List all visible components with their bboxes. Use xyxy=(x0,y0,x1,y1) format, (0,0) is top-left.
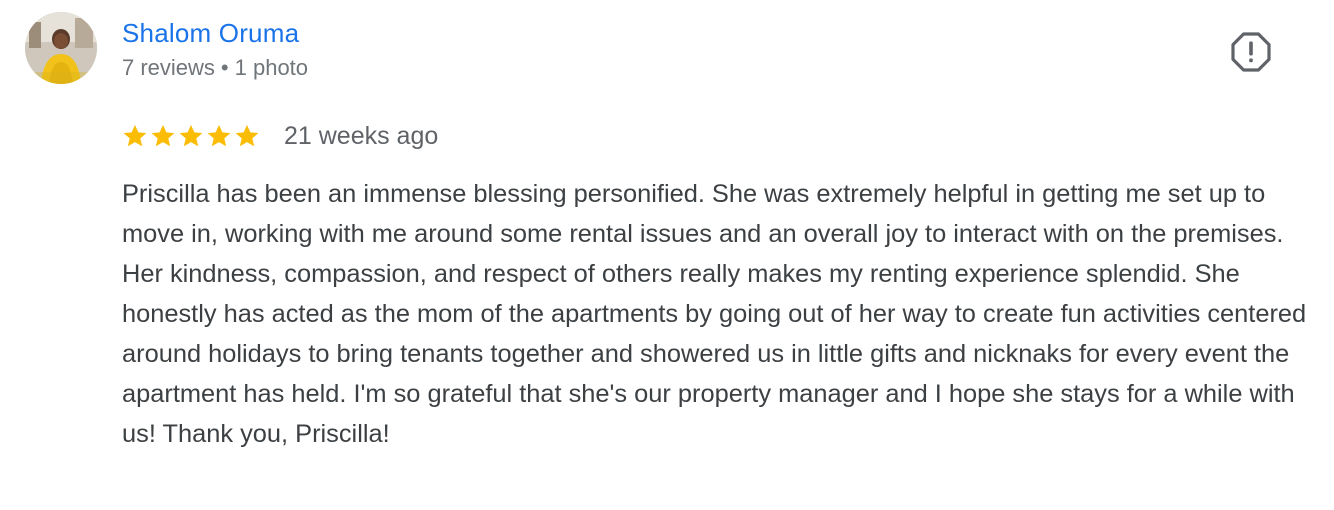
report-review-button[interactable] xyxy=(1230,31,1272,73)
star-rating xyxy=(122,123,260,149)
report-exclamation-icon xyxy=(1231,32,1271,72)
author-meta: 7 reviews • 1 photo xyxy=(122,54,308,82)
review-card: Shalom Oruma 7 reviews • 1 photo 21 weeks … xyxy=(0,0,1334,510)
star-icon xyxy=(179,124,203,147)
star-icon xyxy=(207,124,231,147)
rating-row: 21 weeks ago xyxy=(122,118,438,154)
avatar-photo xyxy=(25,12,97,84)
star-icon xyxy=(235,124,259,147)
photos-count: 1 photo xyxy=(234,55,309,80)
author-name[interactable]: Shalom Oruma xyxy=(122,16,299,50)
reviews-count: 7 reviews xyxy=(122,55,215,80)
star-icon xyxy=(151,124,175,147)
meta-separator: • xyxy=(220,55,229,80)
author-avatar[interactable] xyxy=(25,12,97,84)
review-text: Priscilla has been an immense blessing p… xyxy=(122,180,1307,448)
star-icon xyxy=(123,124,147,147)
review-date: 21 weeks ago xyxy=(284,122,439,150)
